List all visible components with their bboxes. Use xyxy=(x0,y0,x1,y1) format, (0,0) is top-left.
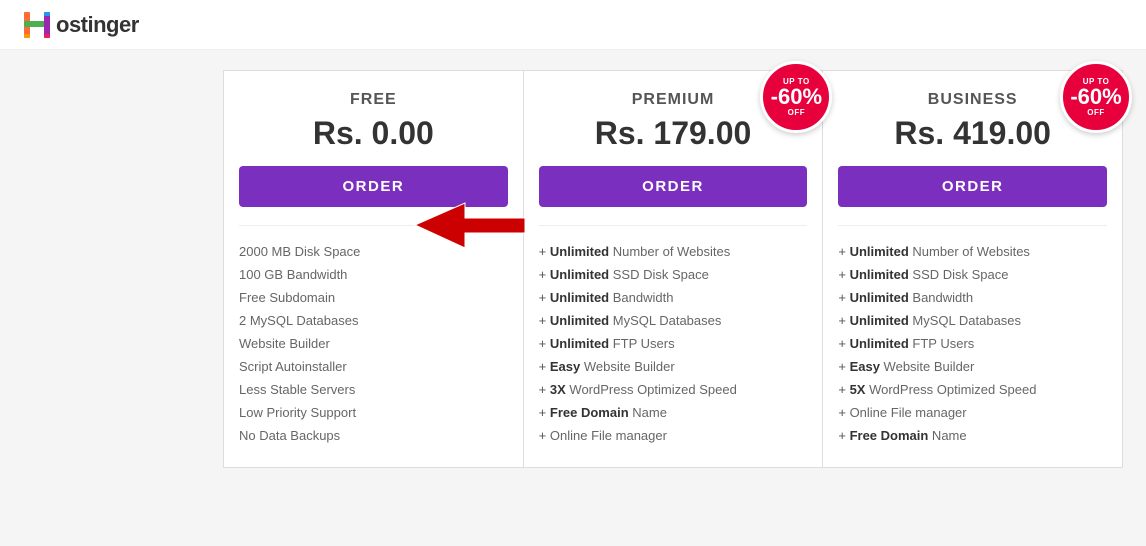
feature-free-6: Less Stable Servers xyxy=(239,378,508,401)
header: ostinger xyxy=(0,0,1146,50)
badge-business: UP TO -60% OFF xyxy=(1060,61,1132,133)
feature-business-4: + Unlimited FTP Users xyxy=(838,332,1107,355)
feature-business-8: + Free Domain Name xyxy=(838,424,1107,447)
feature-premium-5: + Easy Website Builder xyxy=(539,355,808,378)
divider-business xyxy=(838,225,1107,226)
feature-premium-8: + Online File manager xyxy=(539,424,808,447)
feature-free-0: 2000 MB Disk Space xyxy=(239,240,508,263)
feature-free-7: Low Priority Support xyxy=(239,401,508,424)
feature-business-7: + Online File manager xyxy=(838,401,1107,424)
card-free-price: Rs. 0.00 xyxy=(313,115,434,152)
order-btn-free[interactable]: ORDER xyxy=(239,166,508,207)
card-premium-title: PREMIUM xyxy=(632,91,715,109)
badge-premium-off: OFF xyxy=(788,108,806,117)
divider-free xyxy=(239,225,508,226)
feature-business-6: + 5X WordPress Optimized Speed xyxy=(838,378,1107,401)
features-list-premium: + Unlimited Number of Websites + Unlimit… xyxy=(539,240,808,447)
features-list-business: + Unlimited Number of Websites + Unlimit… xyxy=(838,240,1107,447)
main-content: FREE Rs. 0.00 ORDER 2000 MB Disk Space 1… xyxy=(0,50,1146,488)
feature-premium-2: + Unlimited Bandwidth xyxy=(539,286,808,309)
badge-business-percent: -60% xyxy=(1070,86,1121,108)
page: ostinger FREE Rs. 0.00 ORDER 2000 MB Dis… xyxy=(0,0,1146,546)
feature-premium-0: + Unlimited Number of Websites xyxy=(539,240,808,263)
divider-premium xyxy=(539,225,808,226)
card-free: FREE Rs. 0.00 ORDER 2000 MB Disk Space 1… xyxy=(223,70,524,468)
feature-free-1: 100 GB Bandwidth xyxy=(239,263,508,286)
order-btn-business[interactable]: ORDER xyxy=(838,166,1107,207)
card-business: UP TO -60% OFF BUSINESS Rs. 419.00 ORDER… xyxy=(822,70,1123,468)
order-btn-premium[interactable]: ORDER xyxy=(539,166,808,207)
feature-business-3: + Unlimited MySQL Databases xyxy=(838,309,1107,332)
feature-premium-6: + 3X WordPress Optimized Speed xyxy=(539,378,808,401)
feature-free-2: Free Subdomain xyxy=(239,286,508,309)
badge-premium: UP TO -60% OFF xyxy=(760,61,832,133)
card-free-title: FREE xyxy=(350,91,397,109)
card-premium: UP TO -60% OFF PREMIUM Rs. 179.00 ORDER … xyxy=(524,70,823,468)
logo-icon xyxy=(20,8,54,42)
feature-business-0: + Unlimited Number of Websites xyxy=(838,240,1107,263)
feature-premium-1: + Unlimited SSD Disk Space xyxy=(539,263,808,286)
feature-free-8: No Data Backups xyxy=(239,424,508,447)
feature-free-3: 2 MySQL Databases xyxy=(239,309,508,332)
card-business-title: BUSINESS xyxy=(928,91,1018,109)
pricing-cards: FREE Rs. 0.00 ORDER 2000 MB Disk Space 1… xyxy=(223,70,1123,468)
feature-premium-7: + Free Domain Name xyxy=(539,401,808,424)
badge-business-off: OFF xyxy=(1087,108,1105,117)
logo: ostinger xyxy=(20,8,139,42)
logo-text-label: ostinger xyxy=(56,12,139,38)
feature-business-2: + Unlimited Bandwidth xyxy=(838,286,1107,309)
card-premium-price: Rs. 179.00 xyxy=(595,115,752,152)
feature-premium-4: + Unlimited FTP Users xyxy=(539,332,808,355)
feature-free-4: Website Builder xyxy=(239,332,508,355)
badge-premium-percent: -60% xyxy=(771,86,822,108)
feature-free-5: Script Autoinstaller xyxy=(239,355,508,378)
card-business-price: Rs. 419.00 xyxy=(894,115,1051,152)
features-list-free: 2000 MB Disk Space 100 GB Bandwidth Free… xyxy=(239,240,508,447)
feature-premium-3: + Unlimited MySQL Databases xyxy=(539,309,808,332)
feature-business-1: + Unlimited SSD Disk Space xyxy=(838,263,1107,286)
feature-business-5: + Easy Website Builder xyxy=(838,355,1107,378)
